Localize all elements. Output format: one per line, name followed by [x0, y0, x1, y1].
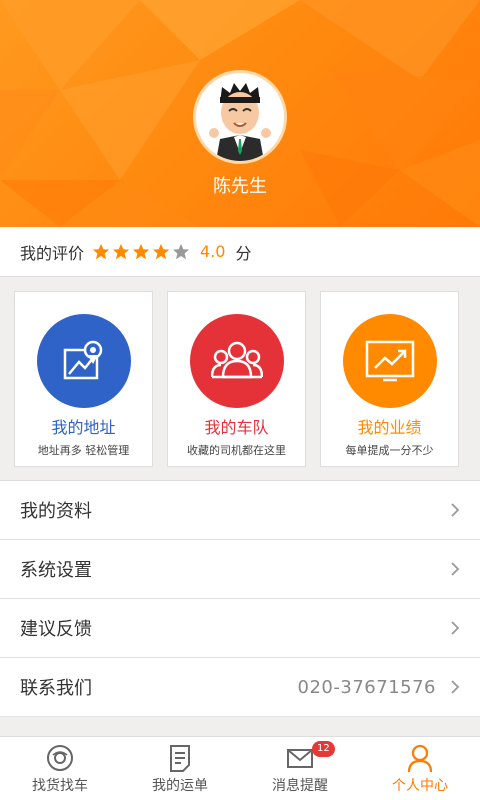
- avatar-cartoon-icon: [196, 73, 284, 161]
- rating-stars: [92, 243, 192, 261]
- menu-item-label: 建议反馈: [20, 619, 92, 640]
- tab-personal-center[interactable]: 个人中心: [360, 737, 480, 800]
- rating-label: 我的评价: [20, 243, 85, 263]
- card-title: 我的业绩: [357, 418, 422, 437]
- chevron-right-icon: [451, 562, 460, 576]
- menu-item-my-profile[interactable]: 我的资料: [0, 481, 480, 540]
- feature-cards: 我的地址 地址再多 轻松管理 我的车队 收藏的司机都在这里 我的业绩 每单提成一…: [0, 289, 480, 469]
- avatar[interactable]: [193, 70, 287, 164]
- chevron-right-icon: [451, 503, 460, 517]
- card-subtitle: 地址再多 轻松管理: [37, 444, 130, 457]
- chevron-right-icon: [451, 680, 460, 694]
- star-filled-icon: [112, 243, 130, 259]
- trend-chart-icon: [365, 340, 414, 382]
- card-subtitle: 收藏的司机都在这里: [187, 444, 286, 457]
- chevron-right-icon: [451, 621, 460, 635]
- menu-item-label: 联系我们: [20, 678, 92, 699]
- message-count-badge: 12: [312, 741, 335, 757]
- card-title: 我的车队: [204, 418, 269, 437]
- team-icon: [210, 341, 263, 379]
- tab-label: 个人中心: [392, 778, 448, 794]
- rating-bar: 我的评价 4.0 分: [0, 227, 480, 277]
- person-icon: [407, 744, 433, 773]
- tab-my-waybill[interactable]: 我的运单: [120, 737, 240, 800]
- card-icon-circle: [189, 314, 284, 408]
- card-subtitle: 每单提成一分不少: [345, 444, 434, 457]
- card-my-team[interactable]: 我的车队 收藏的司机都在这里: [167, 291, 306, 467]
- search-cargo-icon: [47, 745, 73, 771]
- profile-header: 陈先生: [0, 0, 480, 227]
- tab-messages[interactable]: 12 消息提醒: [240, 737, 360, 800]
- card-icon-circle: [36, 314, 131, 408]
- rating-value: 4.0: [200, 242, 226, 261]
- map-pin-icon: [63, 340, 102, 380]
- card-my-performance[interactable]: 我的业绩 每单提成一分不少: [320, 291, 459, 467]
- card-icon-circle: [342, 314, 437, 408]
- card-title: 我的地址: [51, 418, 116, 437]
- menu-item-label: 系统设置: [20, 560, 92, 581]
- tab-label: 消息提醒: [272, 778, 328, 794]
- star-empty-icon: [172, 243, 190, 259]
- contact-phone: 020-37671576: [297, 676, 436, 698]
- card-my-address[interactable]: 我的地址 地址再多 轻松管理: [14, 291, 153, 467]
- rating-unit: 分: [235, 243, 252, 263]
- menu-item-contact-us[interactable]: 联系我们 020-37671576: [0, 658, 480, 717]
- waybill-icon: [170, 745, 190, 772]
- menu-item-system-settings[interactable]: 系统设置: [0, 540, 480, 599]
- star-filled-icon: [92, 243, 110, 259]
- mail-icon: [287, 749, 313, 768]
- star-filled-icon: [152, 243, 170, 259]
- menu-item-label: 我的资料: [20, 501, 92, 522]
- tab-label: 我的运单: [152, 778, 208, 794]
- bottom-tab-bar: 找货找车 我的运单 12 消息提醒 个人中心: [0, 736, 480, 800]
- star-filled-icon: [132, 243, 150, 259]
- tab-label: 找货找车: [32, 778, 88, 794]
- settings-menu: 我的资料 系统设置 建议反馈 联系我们 020-37671576: [0, 480, 480, 717]
- user-name: 陈先生: [213, 176, 267, 197]
- menu-item-feedback[interactable]: 建议反馈: [0, 599, 480, 658]
- tab-find-cargo[interactable]: 找货找车: [0, 737, 120, 800]
